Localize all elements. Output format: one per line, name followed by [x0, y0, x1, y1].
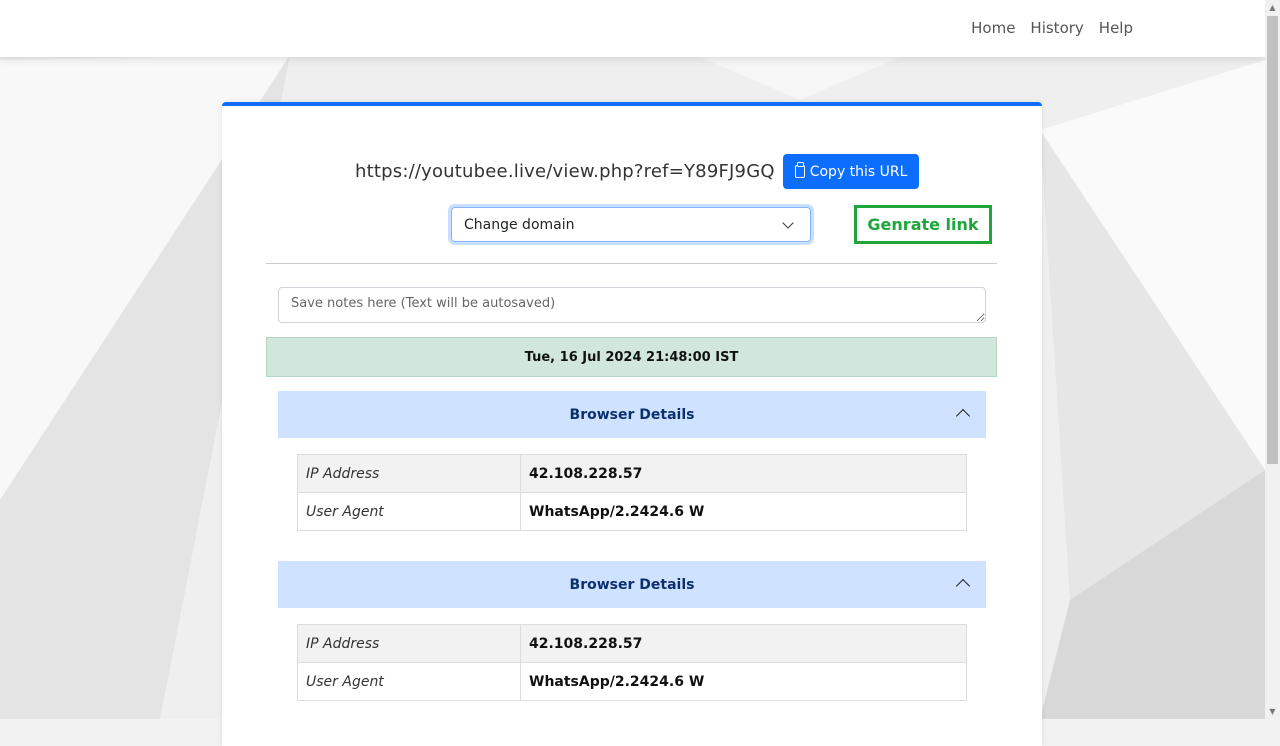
- clipboard-icon: [794, 162, 805, 178]
- table-row: User Agent WhatsApp/2.2424.6 W: [297, 662, 967, 701]
- table-row: User Agent WhatsApp/2.2424.6 W: [297, 492, 967, 531]
- row-value: WhatsApp/2.2424.6 W: [520, 492, 967, 531]
- copy-url-button[interactable]: Copy this URL: [782, 154, 920, 189]
- top-navbar: Home History Help: [0, 0, 1265, 57]
- accordion-title: Browser Details: [569, 406, 695, 423]
- page-scrollbar[interactable]: ▲ ▼: [1265, 0, 1280, 719]
- row-key: User Agent: [297, 492, 521, 531]
- generate-link-button[interactable]: Genrate link: [854, 205, 992, 244]
- accordion-header-browser-details[interactable]: Browser Details: [278, 561, 986, 608]
- row-key: IP Address: [297, 624, 521, 663]
- scroll-down-arrow-icon[interactable]: ▼: [1265, 704, 1280, 719]
- row-key: User Agent: [297, 662, 521, 701]
- nav-help-link[interactable]: Help: [1099, 19, 1133, 37]
- row-value: WhatsApp/2.2424.6 W: [520, 662, 967, 701]
- divider: [266, 263, 997, 264]
- scroll-up-arrow-icon[interactable]: ▲: [1265, 0, 1280, 15]
- row-value: 42.108.228.57: [520, 624, 967, 663]
- url-row: https://youtubee.live/view.php?ref=Y89FJ…: [355, 154, 920, 189]
- chevron-up-icon: [955, 408, 971, 424]
- change-domain-select[interactable]: Change domain: [451, 207, 811, 242]
- browser-details-table: IP Address 42.108.228.57 User Agent What…: [297, 454, 967, 531]
- notes-textarea[interactable]: [278, 287, 986, 323]
- browser-details-table: IP Address 42.108.228.57 User Agent What…: [297, 624, 967, 701]
- visit-timestamp: Tue, 16 Jul 2024 21:48:00 IST: [266, 337, 997, 377]
- nav-links: Home History Help: [971, 19, 1133, 37]
- accordion-title: Browser Details: [569, 576, 695, 593]
- row-value: 42.108.228.57: [520, 454, 967, 493]
- row-key: IP Address: [297, 454, 521, 493]
- share-url: https://youtubee.live/view.php?ref=Y89FJ…: [355, 161, 775, 182]
- copy-url-label: Copy this URL: [809, 163, 908, 180]
- accordion-header-browser-details[interactable]: Browser Details: [278, 391, 986, 438]
- chevron-up-icon: [955, 578, 971, 594]
- change-domain-value: Change domain: [464, 216, 575, 233]
- table-row: IP Address 42.108.228.57: [297, 624, 967, 663]
- nav-history-link[interactable]: History: [1030, 19, 1083, 37]
- main-card: https://youtubee.live/view.php?ref=Y89FJ…: [222, 102, 1042, 746]
- chevron-down-icon: [782, 216, 794, 229]
- nav-home-link[interactable]: Home: [971, 19, 1015, 37]
- scroll-thumb[interactable]: [1267, 16, 1278, 464]
- table-row: IP Address 42.108.228.57: [297, 454, 967, 493]
